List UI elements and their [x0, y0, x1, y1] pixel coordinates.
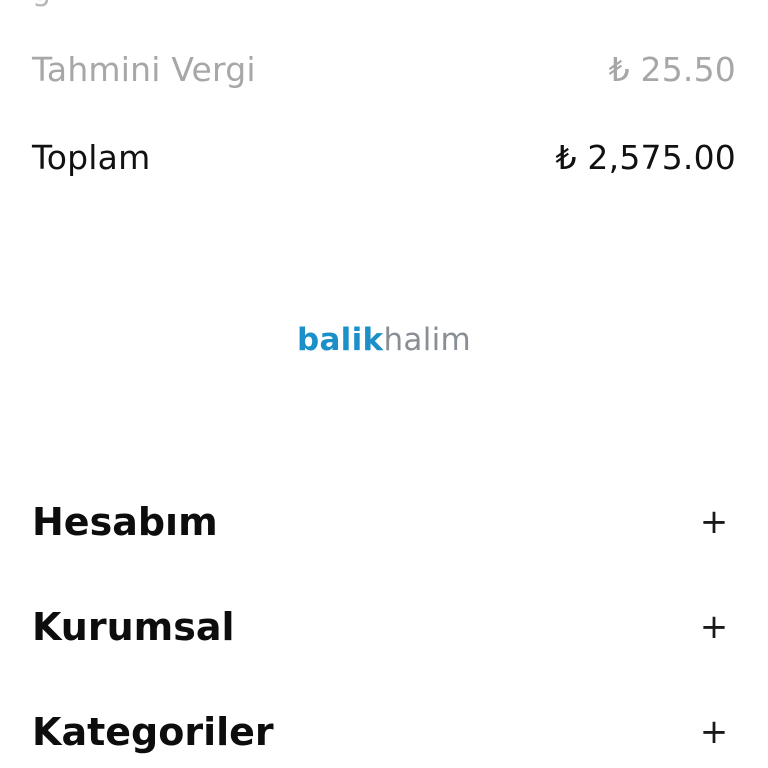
accordion-hesabim[interactable]: Hesabım +: [32, 492, 736, 552]
brand-logo-part-2: halim: [383, 322, 472, 358]
accordion-title: Hesabım: [32, 500, 218, 544]
estimated-tax-label: Tahmini Vergi: [32, 50, 256, 89]
total-value: ₺ 2,575.00: [555, 138, 736, 177]
summary-row-cut-off: g ~: [32, 0, 736, 8]
plus-icon[interactable]: +: [696, 607, 732, 647]
accordion-title: Kurumsal: [32, 605, 235, 649]
accordion-kurumsal[interactable]: Kurumsal +: [32, 597, 736, 657]
accordion-kategoriler[interactable]: Kategoriler +: [32, 702, 736, 762]
brand-logo[interactable]: balikhalim: [0, 322, 768, 358]
estimated-tax-value: ₺ 25.50: [608, 50, 736, 89]
brand-logo-part-1: balik: [296, 322, 384, 358]
total-row: Toplam ₺ 2,575.00: [32, 138, 736, 177]
accordion-title: Kategoriler: [32, 710, 274, 754]
total-label: Toplam: [32, 138, 151, 177]
estimated-tax-row: Tahmini Vergi ₺ 25.50: [32, 50, 736, 89]
cut-off-value: ~: [711, 0, 736, 8]
plus-icon[interactable]: +: [696, 502, 732, 542]
cut-off-label: g: [32, 0, 51, 8]
plus-icon[interactable]: +: [696, 712, 732, 752]
